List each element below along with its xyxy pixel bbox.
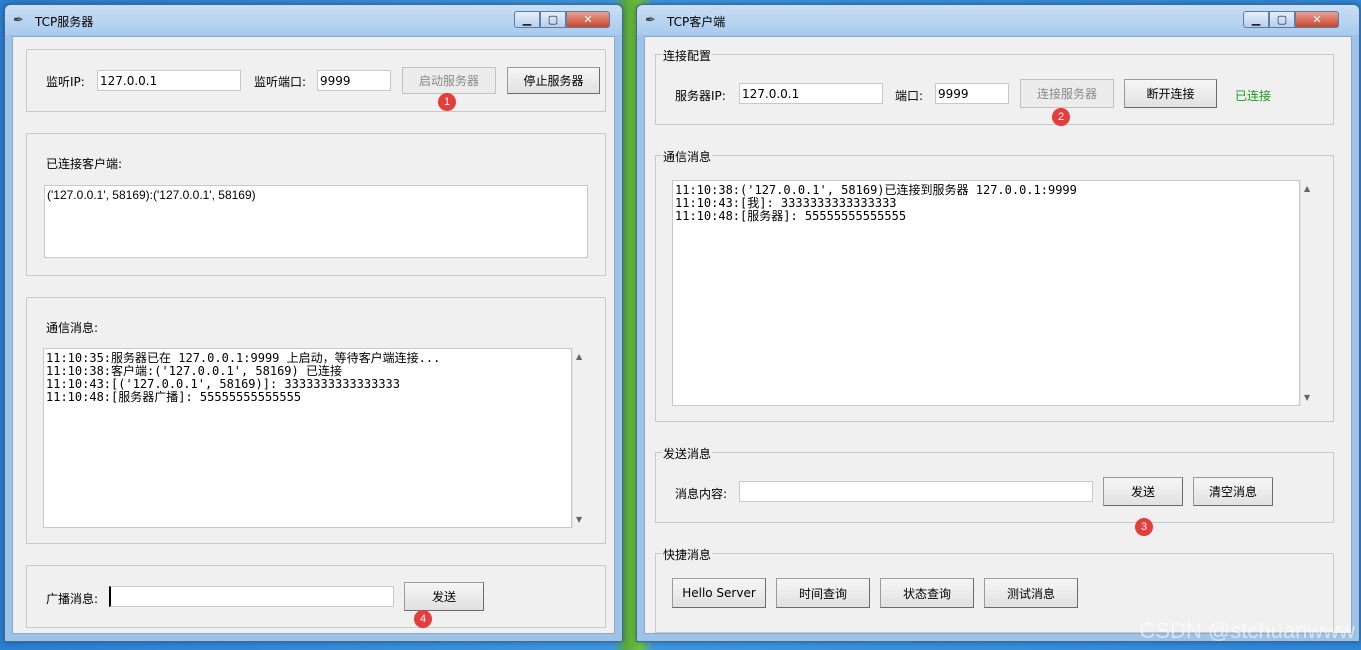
connection-status: 已连接 bbox=[1235, 89, 1272, 103]
server-messages-panel: 通信消息: 11:10:35:服务器已在 127.0.0.1:9999 上启动，… bbox=[26, 297, 606, 544]
stop-server-button[interactable]: 停止服务器 bbox=[507, 67, 600, 94]
close-button[interactable]: ✕ bbox=[566, 11, 610, 28]
broadcast-panel: 广播消息: 发送 bbox=[26, 565, 606, 628]
annotation-badge: 4 bbox=[414, 610, 432, 628]
broadcast-input[interactable] bbox=[109, 586, 394, 607]
close-button[interactable]: ✕ bbox=[1295, 11, 1339, 28]
port-input[interactable] bbox=[935, 83, 1009, 104]
connected-clients-label: 已连接客户端: bbox=[46, 157, 123, 171]
quick-messages-legend: 快捷消息 bbox=[662, 546, 713, 563]
annotation-badge: 2 bbox=[1052, 108, 1070, 126]
close-icon: ✕ bbox=[583, 13, 593, 26]
scroll-down-icon[interactable]: ▼ bbox=[1304, 393, 1310, 402]
quick-time-query-button[interactable]: 时间查询 bbox=[776, 578, 870, 608]
connection-config-legend: 连接配置 bbox=[662, 47, 713, 64]
maximize-button[interactable]: ▢ bbox=[1269, 11, 1295, 28]
send-message-legend: 发送消息 bbox=[662, 445, 713, 462]
maximize-icon: ▢ bbox=[547, 13, 559, 26]
scroll-up-icon[interactable]: ▲ bbox=[1304, 184, 1310, 193]
client-messages-legend: 通信消息 bbox=[662, 148, 713, 165]
client-messages-panel: 通信消息 11:10:38:('127.0.0.1', 58169)已连接到服务… bbox=[655, 148, 1334, 422]
send-message-panel: 发送消息 消息内容: 发送 清空消息 bbox=[655, 445, 1334, 523]
close-icon: ✕ bbox=[1312, 13, 1322, 26]
server-messages-scrollbar[interactable]: ▲ ▼ bbox=[572, 348, 588, 528]
client-window: ✒ TCP客户端 ▁ ▢ ✕ 连接配置 服务器IP: 端口: 连接服务器 断开连… bbox=[636, 4, 1360, 642]
maximize-button[interactable]: ▢ bbox=[540, 11, 566, 28]
scroll-down-icon[interactable]: ▼ bbox=[576, 515, 582, 524]
message-content-label: 消息内容: bbox=[675, 487, 728, 501]
listen-ip-label: 监听IP: bbox=[46, 75, 85, 89]
server-titlebar[interactable]: ✒ TCP服务器 ▁ ▢ ✕ bbox=[5, 5, 622, 35]
server-client-area: 监听IP: 监听端口: 启动服务器 停止服务器 已连接客户端: ('127.0.… bbox=[12, 36, 615, 634]
client-messages-scrollbar[interactable]: ▲ ▼ bbox=[1300, 180, 1316, 406]
server-window-title: TCP服务器 bbox=[35, 15, 94, 29]
client-titlebar[interactable]: ✒ TCP客户端 ▁ ▢ ✕ bbox=[637, 5, 1359, 35]
feather-icon: ✒ bbox=[13, 13, 24, 28]
scroll-up-icon[interactable]: ▲ bbox=[576, 352, 582, 361]
broadcast-label: 广播消息: bbox=[46, 592, 99, 606]
minimize-button[interactable]: ▁ bbox=[514, 11, 540, 28]
annotation-badge: 1 bbox=[438, 93, 456, 111]
send-button[interactable]: 发送 bbox=[1103, 477, 1183, 506]
server-ip-input[interactable] bbox=[739, 83, 883, 104]
connected-clients-panel: 已连接客户端: ('127.0.0.1', 58169):('127.0.0.1… bbox=[26, 133, 606, 276]
connection-config-panel: 连接配置 服务器IP: 端口: 连接服务器 断开连接 已连接 bbox=[655, 47, 1334, 125]
connect-server-button[interactable]: 连接服务器 bbox=[1020, 79, 1114, 108]
message-content-input[interactable] bbox=[739, 481, 1093, 502]
minimize-icon: ▁ bbox=[522, 13, 532, 26]
server-messages-label: 通信消息: bbox=[46, 321, 99, 335]
minimize-icon: ▁ bbox=[1251, 13, 1261, 26]
client-list-item[interactable]: ('127.0.0.1', 58169):('127.0.0.1', 58169… bbox=[47, 189, 585, 202]
start-server-button[interactable]: 启动服务器 bbox=[402, 67, 496, 94]
server-window: ✒ TCP服务器 ▁ ▢ ✕ 监听IP: 监听端口: 启动服务器 停止服务器 已… bbox=[4, 4, 623, 642]
listen-port-input[interactable] bbox=[317, 70, 391, 91]
feather-icon: ✒ bbox=[645, 13, 656, 28]
server-ip-label: 服务器IP: bbox=[675, 89, 726, 103]
log-line: 11:10:48:[服务器广播]: 55555555555555 bbox=[46, 390, 302, 404]
broadcast-send-button[interactable]: 发送 bbox=[404, 582, 484, 611]
clear-messages-button[interactable]: 清空消息 bbox=[1193, 477, 1273, 506]
port-label: 端口: bbox=[895, 89, 924, 103]
watermark: CSDN @stchuanwww bbox=[1139, 618, 1356, 643]
client-client-area: 连接配置 服务器IP: 端口: 连接服务器 断开连接 已连接 通信消息 11:1… bbox=[644, 36, 1352, 634]
quick-test-message-button[interactable]: 测试消息 bbox=[984, 578, 1078, 608]
server-config-panel: 监听IP: 监听端口: 启动服务器 停止服务器 bbox=[26, 49, 606, 112]
maximize-icon: ▢ bbox=[1276, 13, 1288, 26]
listen-ip-input[interactable] bbox=[97, 70, 241, 91]
annotation-badge: 3 bbox=[1135, 518, 1153, 536]
minimize-button[interactable]: ▁ bbox=[1243, 11, 1269, 28]
log-line: 11:10:48:[服务器]: 55555555555555 bbox=[675, 209, 907, 223]
client-window-title: TCP客户端 bbox=[667, 15, 726, 29]
quick-status-query-button[interactable]: 状态查询 bbox=[880, 578, 974, 608]
listen-port-label: 监听端口: bbox=[254, 75, 307, 89]
client-messages-log[interactable]: 11:10:38:('127.0.0.1', 58169)已连接到服务器 127… bbox=[672, 180, 1300, 406]
disconnect-button[interactable]: 断开连接 bbox=[1124, 79, 1217, 108]
connected-clients-list[interactable]: ('127.0.0.1', 58169):('127.0.0.1', 58169… bbox=[44, 185, 588, 258]
quick-hello-server-button[interactable]: Hello Server bbox=[672, 578, 766, 608]
server-messages-log[interactable]: 11:10:35:服务器已在 127.0.0.1:9999 上启动，等待客户端连… bbox=[43, 348, 572, 528]
